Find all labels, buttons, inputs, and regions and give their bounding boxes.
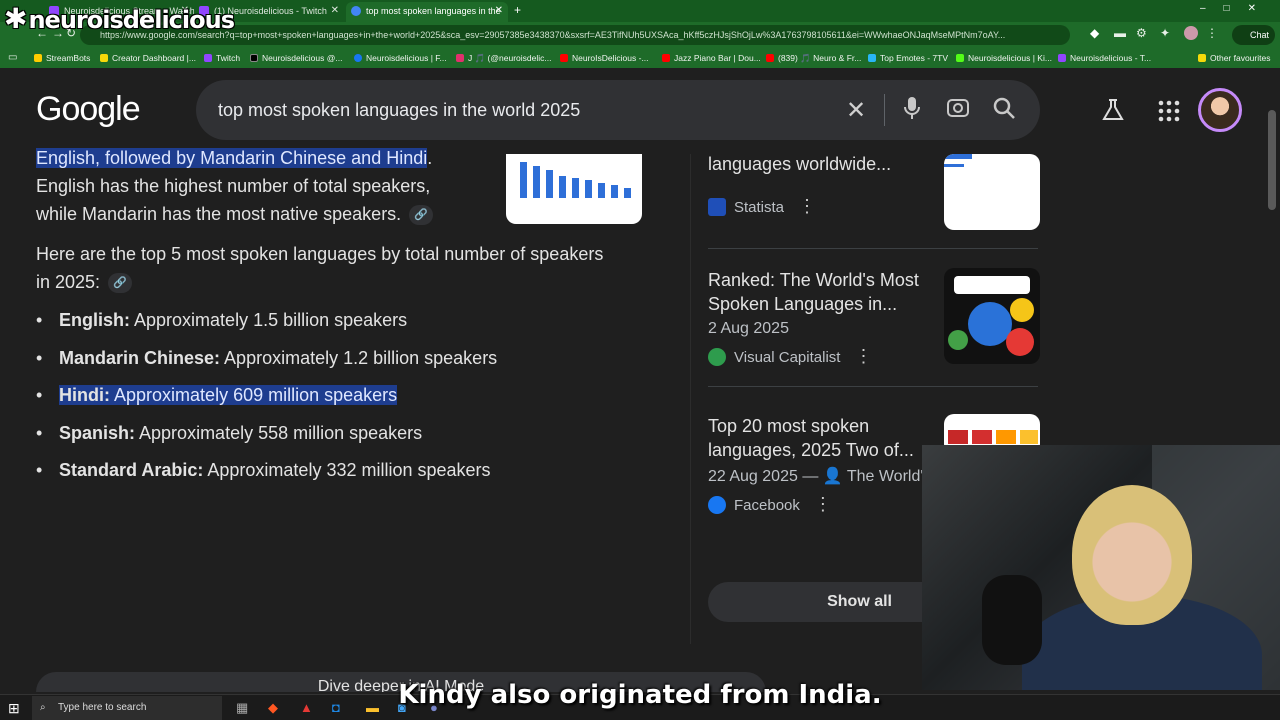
thumb-bar xyxy=(546,170,553,198)
bookmark-neuro-fr[interactable]: (839) 🎵 Neuro & Fr... xyxy=(766,48,861,68)
subtitle-caption: Kindy also originated from India. xyxy=(398,680,882,710)
chart-thumbnail[interactable] xyxy=(506,154,642,224)
streamer-face xyxy=(1072,485,1192,625)
more-options-icon[interactable]: ⋮ xyxy=(854,346,872,366)
list-item: Hindi: Approximately 609 million speaker… xyxy=(36,381,497,419)
visual-capitalist-icon xyxy=(708,348,726,366)
flask-icon[interactable] xyxy=(1102,98,1124,127)
list-item: Spanish: Approximately 558 million speak… xyxy=(36,419,497,457)
youtube-icon xyxy=(766,54,774,62)
bookmark-icon xyxy=(100,54,108,62)
bookmarks-bar: ▭ StreamBots Creator Dashboard |... Twit… xyxy=(0,48,1280,68)
close-icon[interactable]: ✕ xyxy=(846,96,866,125)
new-tab-icon[interactable]: + xyxy=(514,3,521,17)
search-input[interactable]: top most spoken languages in the world 2… xyxy=(218,100,580,121)
more-options-icon[interactable]: ⋮ xyxy=(798,196,816,216)
overview-highlight: English, followed by Mandarin Chinese an… xyxy=(36,148,433,168)
extension-icon[interactable]: ⚙ xyxy=(1136,26,1147,40)
thumb-bar xyxy=(611,185,618,198)
tab-label: top most spoken languages in the xyxy=(366,6,501,16)
bookmark-streambots[interactable]: StreamBots xyxy=(34,48,90,68)
thumb-bar xyxy=(598,183,605,198)
link-icon[interactable]: 🔗 xyxy=(409,205,434,226)
thumb-bar xyxy=(559,176,566,198)
source-title[interactable]: languages worldwide... xyxy=(708,152,928,176)
link-icon[interactable]: 🔗 xyxy=(108,273,133,294)
source-title[interactable]: Top 20 most spoken languages, 2025 Two o… xyxy=(708,414,928,462)
thumb-bar xyxy=(585,180,592,198)
twitch-icon xyxy=(1058,54,1066,62)
source-thumbnail[interactable] xyxy=(944,268,1040,364)
scrollbar[interactable] xyxy=(1268,110,1276,210)
bookmark-twitch[interactable]: Twitch xyxy=(204,48,240,68)
list-item: Mandarin Chinese: Approximately 1.2 bill… xyxy=(36,344,497,382)
chat-button[interactable]: Chat xyxy=(1232,25,1276,45)
divider xyxy=(708,386,1038,387)
statista-icon xyxy=(708,198,726,216)
search-icon[interactable] xyxy=(992,96,1016,126)
bookmark-twitch-2[interactable]: Neuroisdelicious - T... xyxy=(1058,48,1151,68)
lens-icon[interactable] xyxy=(946,96,970,126)
divider xyxy=(708,248,1038,249)
bookmark-jazz[interactable]: Jazz Piano Bar | Dou... xyxy=(662,48,761,68)
list-item: Standard Arabic: Approximately 332 milli… xyxy=(36,456,497,494)
close-icon[interactable]: ✕ xyxy=(495,2,503,20)
bookmark-youtube[interactable]: NeuroIsDelicious -... xyxy=(560,48,649,68)
twitch-icon xyxy=(204,54,212,62)
thumb-bar xyxy=(624,188,631,198)
source-title[interactable]: Ranked: The World's Most Spoken Language… xyxy=(708,268,928,316)
apps-icon[interactable] xyxy=(1158,100,1180,127)
menu-dots-icon[interactable]: ⋮ xyxy=(1206,26,1218,40)
overview-line: while Mandarin has the most native speak… xyxy=(36,200,434,228)
thumb-bar xyxy=(520,162,527,198)
extension-icon[interactable]: ◆ xyxy=(1090,26,1099,40)
window-controls[interactable]: –□✕ xyxy=(1200,3,1274,14)
folder-icon xyxy=(1198,54,1206,62)
language-list: English: Approximately 1.5 billion speak… xyxy=(36,306,497,494)
bookmark-7tv[interactable]: Top Emotes - 7TV xyxy=(868,48,948,68)
intro-line: in 2025: 🔗 xyxy=(36,268,133,296)
url-text: https://www.google.com/search?q=top+most… xyxy=(100,30,1006,40)
stream-brand-logo: ✱neuroisdelicious xyxy=(4,2,235,35)
bookmark-facebook[interactable]: Neuroisdelicious | F... xyxy=(354,48,447,68)
apps-grid-icon[interactable]: ▭ xyxy=(8,48,17,68)
microphone xyxy=(982,575,1042,665)
bookmark-kick[interactable]: Neuroisdelicious | Ki... xyxy=(956,48,1052,68)
overview-line: English has the highest number of total … xyxy=(36,176,431,196)
bookmark-instagram[interactable]: J 🎵 (@neuroisdelic... xyxy=(456,48,551,68)
google-icon xyxy=(351,6,361,16)
7tv-icon xyxy=(868,54,876,62)
youtube-icon xyxy=(560,54,568,62)
more-options-icon[interactable]: ⋮ xyxy=(814,494,832,514)
mic-icon[interactable] xyxy=(903,96,921,126)
tab-google-search[interactable]: top most spoken languages in the ✕ xyxy=(346,2,508,22)
search-box[interactable]: top most spoken languages in the world 2… xyxy=(196,80,1040,140)
user-icon: 👤 xyxy=(822,468,843,485)
divider xyxy=(884,94,885,126)
extensions-puzzle-icon[interactable]: ✦ xyxy=(1160,26,1170,40)
profile-icon[interactable] xyxy=(1184,26,1198,40)
kick-icon xyxy=(956,54,964,62)
intro-line: Here are the top 5 most spoken languages… xyxy=(36,244,604,264)
extension-icon[interactable]: ▬ xyxy=(1114,26,1126,40)
bookmark-icon xyxy=(34,54,42,62)
x-icon xyxy=(250,54,258,62)
source-thumbnail[interactable] xyxy=(944,154,1040,230)
bookmark-other-favourites[interactable]: Other favourites xyxy=(1198,48,1270,68)
list-item: English: Approximately 1.5 billion speak… xyxy=(36,306,497,344)
instagram-icon xyxy=(456,54,464,62)
facebook-icon xyxy=(354,54,362,62)
thumb-bar xyxy=(572,178,579,198)
youtube-icon xyxy=(662,54,670,62)
bookmark-x[interactable]: Neuroisdelicious @... xyxy=(250,48,342,68)
webcam-overlay xyxy=(922,445,1280,690)
ai-overview: English, followed by Mandarin Chinese an… xyxy=(0,148,766,692)
avatar[interactable] xyxy=(1198,88,1242,132)
bookmark-creator-dashboard[interactable]: Creator Dashboard |... xyxy=(100,48,196,68)
thumb-bar xyxy=(533,166,540,198)
google-header: Google top most spoken languages in the … xyxy=(0,68,1280,154)
facebook-icon xyxy=(708,496,726,514)
google-logo[interactable]: Google xyxy=(36,90,141,129)
close-icon[interactable]: ✕ xyxy=(331,2,339,20)
